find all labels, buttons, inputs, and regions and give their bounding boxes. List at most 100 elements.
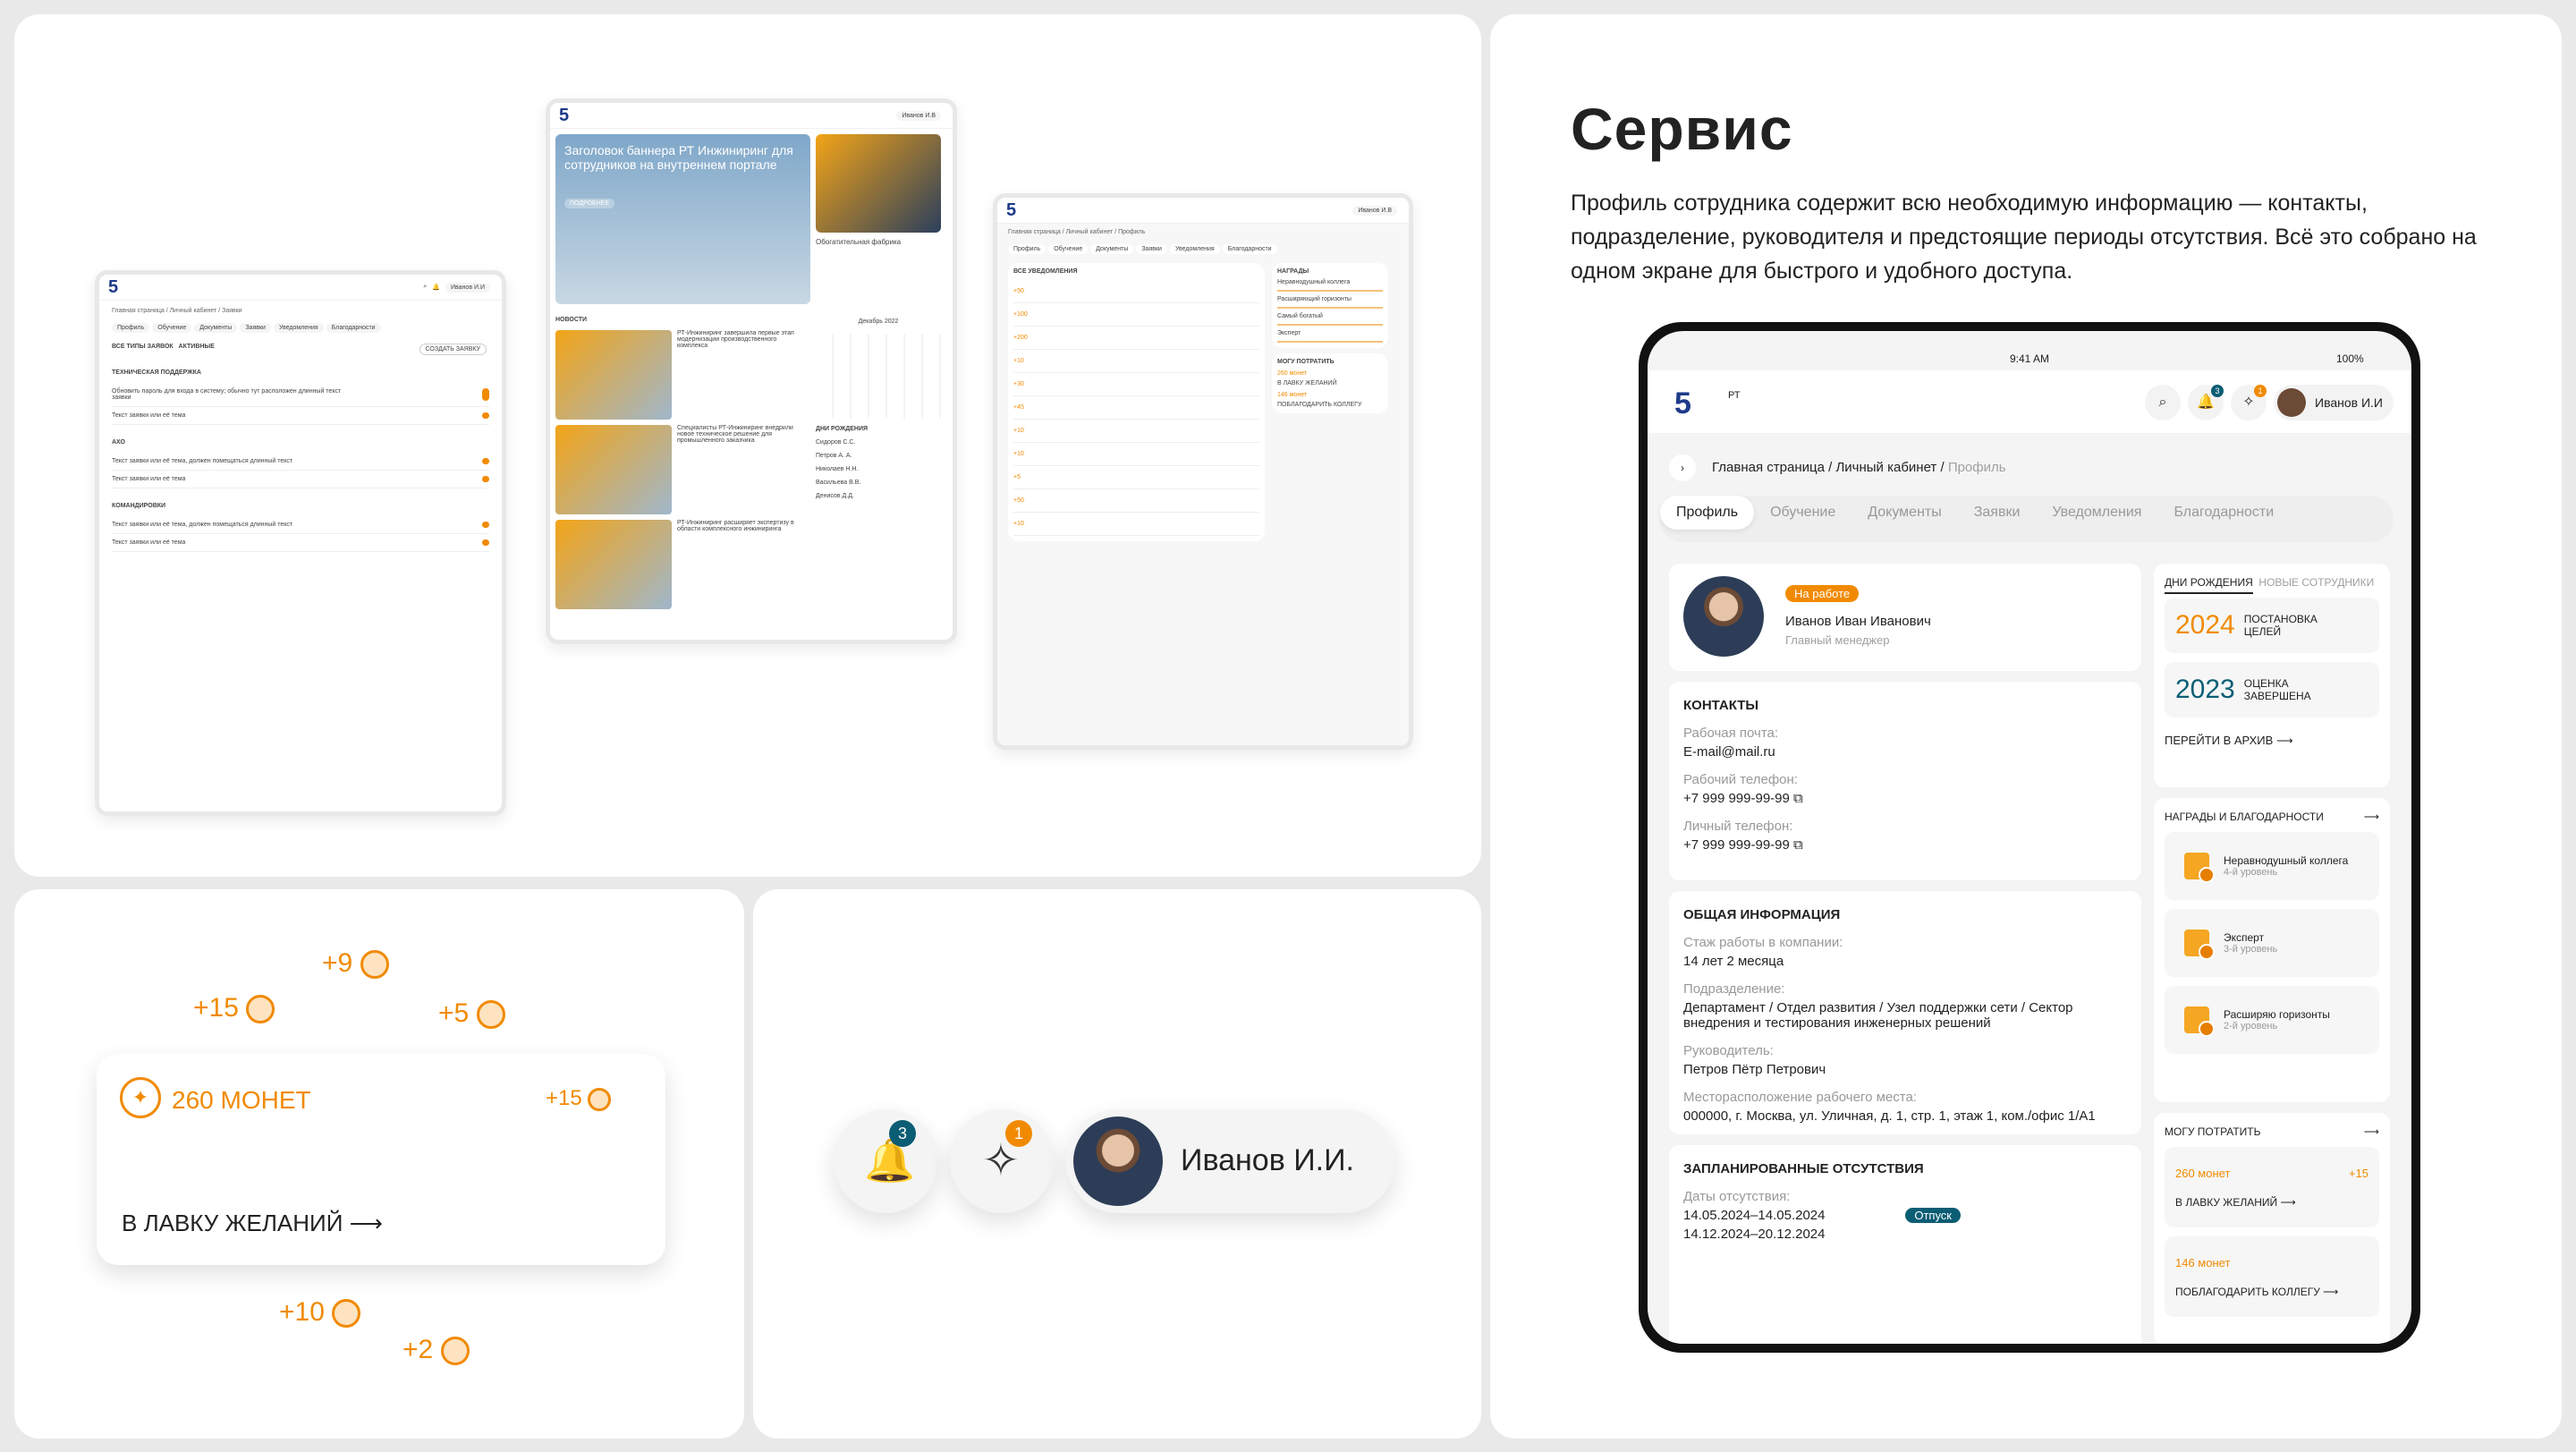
news-item[interactable]: РТ-Инжиниринг завершила первые этап моде… <box>555 330 810 420</box>
tab-5[interactable]: Благодарности <box>326 323 381 333</box>
search-icon[interactable]: ⌕ <box>423 284 427 291</box>
shop-link[interactable]: В ЛАВКУ ЖЕЛАНИЙ <box>1277 380 1383 386</box>
tab-4[interactable]: Уведомления <box>2036 496 2157 530</box>
award-medal-icon <box>2184 853 2215 883</box>
tab-1[interactable]: Обучение <box>152 323 192 333</box>
arrow-right-icon[interactable]: ⟶ <box>2364 1125 2379 1138</box>
coins-card[interactable]: ✦ 260 МОНЕТ +15 В ЛАВКУ ЖЕЛАНИЙ ⟶ <box>97 1054 665 1265</box>
goal-item[interactable]: 2023 ОЦЕНКА ЗАВЕРШЕНА <box>2165 662 2379 718</box>
news-item[interactable]: РТ-Инжиниринг расширяет экспертизу в обл… <box>555 520 810 609</box>
tab-5[interactable]: Благодарности <box>1222 244 1277 254</box>
user-chip[interactable]: Иванов И.И. <box>1066 1109 1395 1213</box>
tab-1[interactable]: Обучение <box>1048 244 1089 254</box>
table-row[interactable]: Текст заявки или её тема <box>112 534 489 552</box>
shop-link[interactable]: В ЛАВКУ ЖЕЛАНИЙ ⟶ <box>2175 1196 2296 1209</box>
award-item[interactable]: Эксперт 3-й уровень <box>2165 909 2379 977</box>
banner[interactable]: Заголовок баннера РТ Инжиниринг для сотр… <box>555 134 810 304</box>
personal-phone-value[interactable]: +7 999 999-99-99 <box>1683 837 1790 853</box>
breadcrumb-home[interactable]: Главная страница <box>1712 460 1825 475</box>
table-row[interactable]: Текст заявки или её тема, должен помещат… <box>112 516 489 534</box>
user-chip[interactable]: Иванов И.И <box>445 282 490 293</box>
tab-2[interactable]: Документы <box>1852 496 1957 530</box>
table-row[interactable]: Текст заявки или её тема, должен помещат… <box>112 453 489 471</box>
notifications-filter[interactable]: ВСЕ УВЕДОМЛЕНИЯ <box>1013 268 1259 275</box>
arrow-right-icon[interactable]: ⟶ <box>2364 811 2379 823</box>
notification-row[interactable]: +10 <box>1013 350 1259 373</box>
notification-row[interactable]: +10 <box>1013 443 1259 466</box>
tab-0[interactable]: Профиль <box>112 323 150 333</box>
filter-type[interactable]: ВСЕ ТИПЫ ЗАЯВОК <box>112 344 174 350</box>
table-row[interactable]: Текст заявки или её тема <box>112 407 489 425</box>
tab-5[interactable]: Благодарности <box>2157 496 2290 530</box>
tab-birthdays[interactable]: ДНИ РОЖДЕНИЯ <box>2165 576 2253 594</box>
table-row[interactable]: Текст заявки или её тема <box>112 471 489 488</box>
tab-4[interactable]: Уведомления <box>273 323 324 333</box>
table-row[interactable]: Обновить пароль для входа в систему; обы… <box>112 383 489 407</box>
user-name: Иванов И.И <box>2315 395 2383 410</box>
copy-icon[interactable]: ⧉ <box>1793 837 1803 853</box>
tab-0[interactable]: Профиль <box>1660 496 1755 530</box>
notification-row[interactable]: +200 <box>1013 327 1259 350</box>
notification-row[interactable]: +10 <box>1013 513 1259 536</box>
tab-4[interactable]: Уведомления <box>1169 244 1220 254</box>
copy-icon[interactable]: ⧉ <box>1793 791 1803 806</box>
user-chip[interactable]: Иванов И.В <box>1352 205 1397 216</box>
banner-button[interactable]: ПОДРОБНЕЕ <box>564 199 615 208</box>
filter-active[interactable]: АКТИВНЫЕ <box>179 344 215 350</box>
notification-row[interactable]: +5 <box>1013 466 1259 489</box>
back-button[interactable]: › <box>1669 454 1696 481</box>
calendar-grid[interactable] <box>816 334 941 419</box>
tab-0[interactable]: Профиль <box>1008 244 1046 254</box>
bell-icon[interactable]: 🔔 <box>432 284 440 291</box>
notification-row[interactable]: +50 <box>1013 489 1259 513</box>
user-chip[interactable]: Иванов И.И <box>2274 385 2394 420</box>
tabs: Профиль Обучение Документы Заявки Уведомлени… <box>1008 244 1398 254</box>
coin-icon <box>360 950 389 980</box>
notification-row[interactable]: +45 <box>1013 396 1259 420</box>
work-email-value[interactable]: E-mail@mail.ru <box>1683 744 2127 760</box>
create-request-button[interactable]: СОЗДАТЬ ЗАЯВКУ <box>419 344 487 355</box>
work-phone-value[interactable]: +7 999 999-99-99 <box>1683 791 1790 806</box>
tab-3[interactable]: Заявки <box>1958 496 2037 530</box>
tab-new-employees[interactable]: НОВЫЕ СОТРУДНИКИ <box>2258 576 2374 589</box>
tab-3[interactable]: Заявки <box>240 323 271 333</box>
award-item[interactable]: Расширяю горизонты 2-й уровень <box>2165 986 2379 1054</box>
award-item[interactable]: Неравнодушный коллега 4-й уровень <box>2165 832 2379 900</box>
goal-item[interactable]: 2024 ПОСТАНОВКА ЦЕЛЕЙ <box>2165 598 2379 653</box>
request-text: Текст заявки или её тема <box>112 539 186 546</box>
breadcrumb-cabinet[interactable]: Личный кабинет <box>1835 460 1936 475</box>
notification-amount: +200 <box>1013 335 1028 341</box>
tab-3[interactable]: Заявки <box>1136 244 1167 254</box>
tabs: Профиль Обучение Документы Заявки Уведомлени… <box>112 323 489 333</box>
notifications-button[interactable]: 🔔 3 <box>834 1109 937 1213</box>
ai-button[interactable]: ✧ 1 <box>950 1109 1054 1213</box>
thank-link[interactable]: ПОБЛАГОДАРИТЬ КОЛЛЕГУ <box>1277 402 1383 408</box>
notification-row[interactable]: +100 <box>1013 303 1259 327</box>
person-item[interactable]: Сидоров С.С. <box>816 436 941 449</box>
tab-2[interactable]: Документы <box>1090 244 1134 254</box>
person-item[interactable]: Денисов Д.Д. <box>816 489 941 503</box>
brand-mark: РТ <box>1728 390 1741 401</box>
person-item[interactable]: Николаев Н.Н. <box>816 463 941 476</box>
manager-value: Петров Пётр Петрович <box>1683 1062 1826 1077</box>
shop-card[interactable]: 260 монет +15 В ЛАВКУ ЖЕЛАНИЙ ⟶ <box>2165 1147 2379 1227</box>
thank-link[interactable]: ПОБЛАГОДАРИТЬ КОЛЛЕГУ ⟶ <box>2175 1286 2338 1298</box>
archive-link[interactable]: ПЕРЕЙТИ В АРХИВ ⟶ <box>2165 734 2379 748</box>
notification-row[interactable]: +30 <box>1013 373 1259 396</box>
notifications-button[interactable]: 🔔 3 <box>2188 385 2224 420</box>
user-chip[interactable]: Иванов И.В <box>896 110 941 121</box>
person-item[interactable]: Петров А. А. <box>816 449 941 463</box>
breadcrumb: Главная страница / Личный кабинет / Проф… <box>1008 229 1146 235</box>
notification-row[interactable]: +10 <box>1013 420 1259 443</box>
tab-2[interactable]: Документы <box>194 323 238 333</box>
news-item[interactable]: Специалисты РТ-Инжиниринг внедрили новое… <box>555 425 810 514</box>
side-banner-image <box>816 134 941 233</box>
person-item[interactable]: Васильева В.В. <box>816 476 941 489</box>
notification-row[interactable]: +50 <box>1013 280 1259 303</box>
rewards-title: НАГРАДЫ <box>1277 268 1309 275</box>
ai-button[interactable]: ✧ 1 <box>2231 385 2267 420</box>
shop-link[interactable]: В ЛАВКУ ЖЕЛАНИЙ ⟶ <box>122 1210 383 1237</box>
tab-1[interactable]: Обучение <box>1754 496 1852 530</box>
search-button[interactable]: ⌕ <box>2145 385 2181 420</box>
thank-card[interactable]: 146 монет ПОБЛАГОДАРИТЬ КОЛЛЕГУ ⟶ <box>2165 1236 2379 1317</box>
